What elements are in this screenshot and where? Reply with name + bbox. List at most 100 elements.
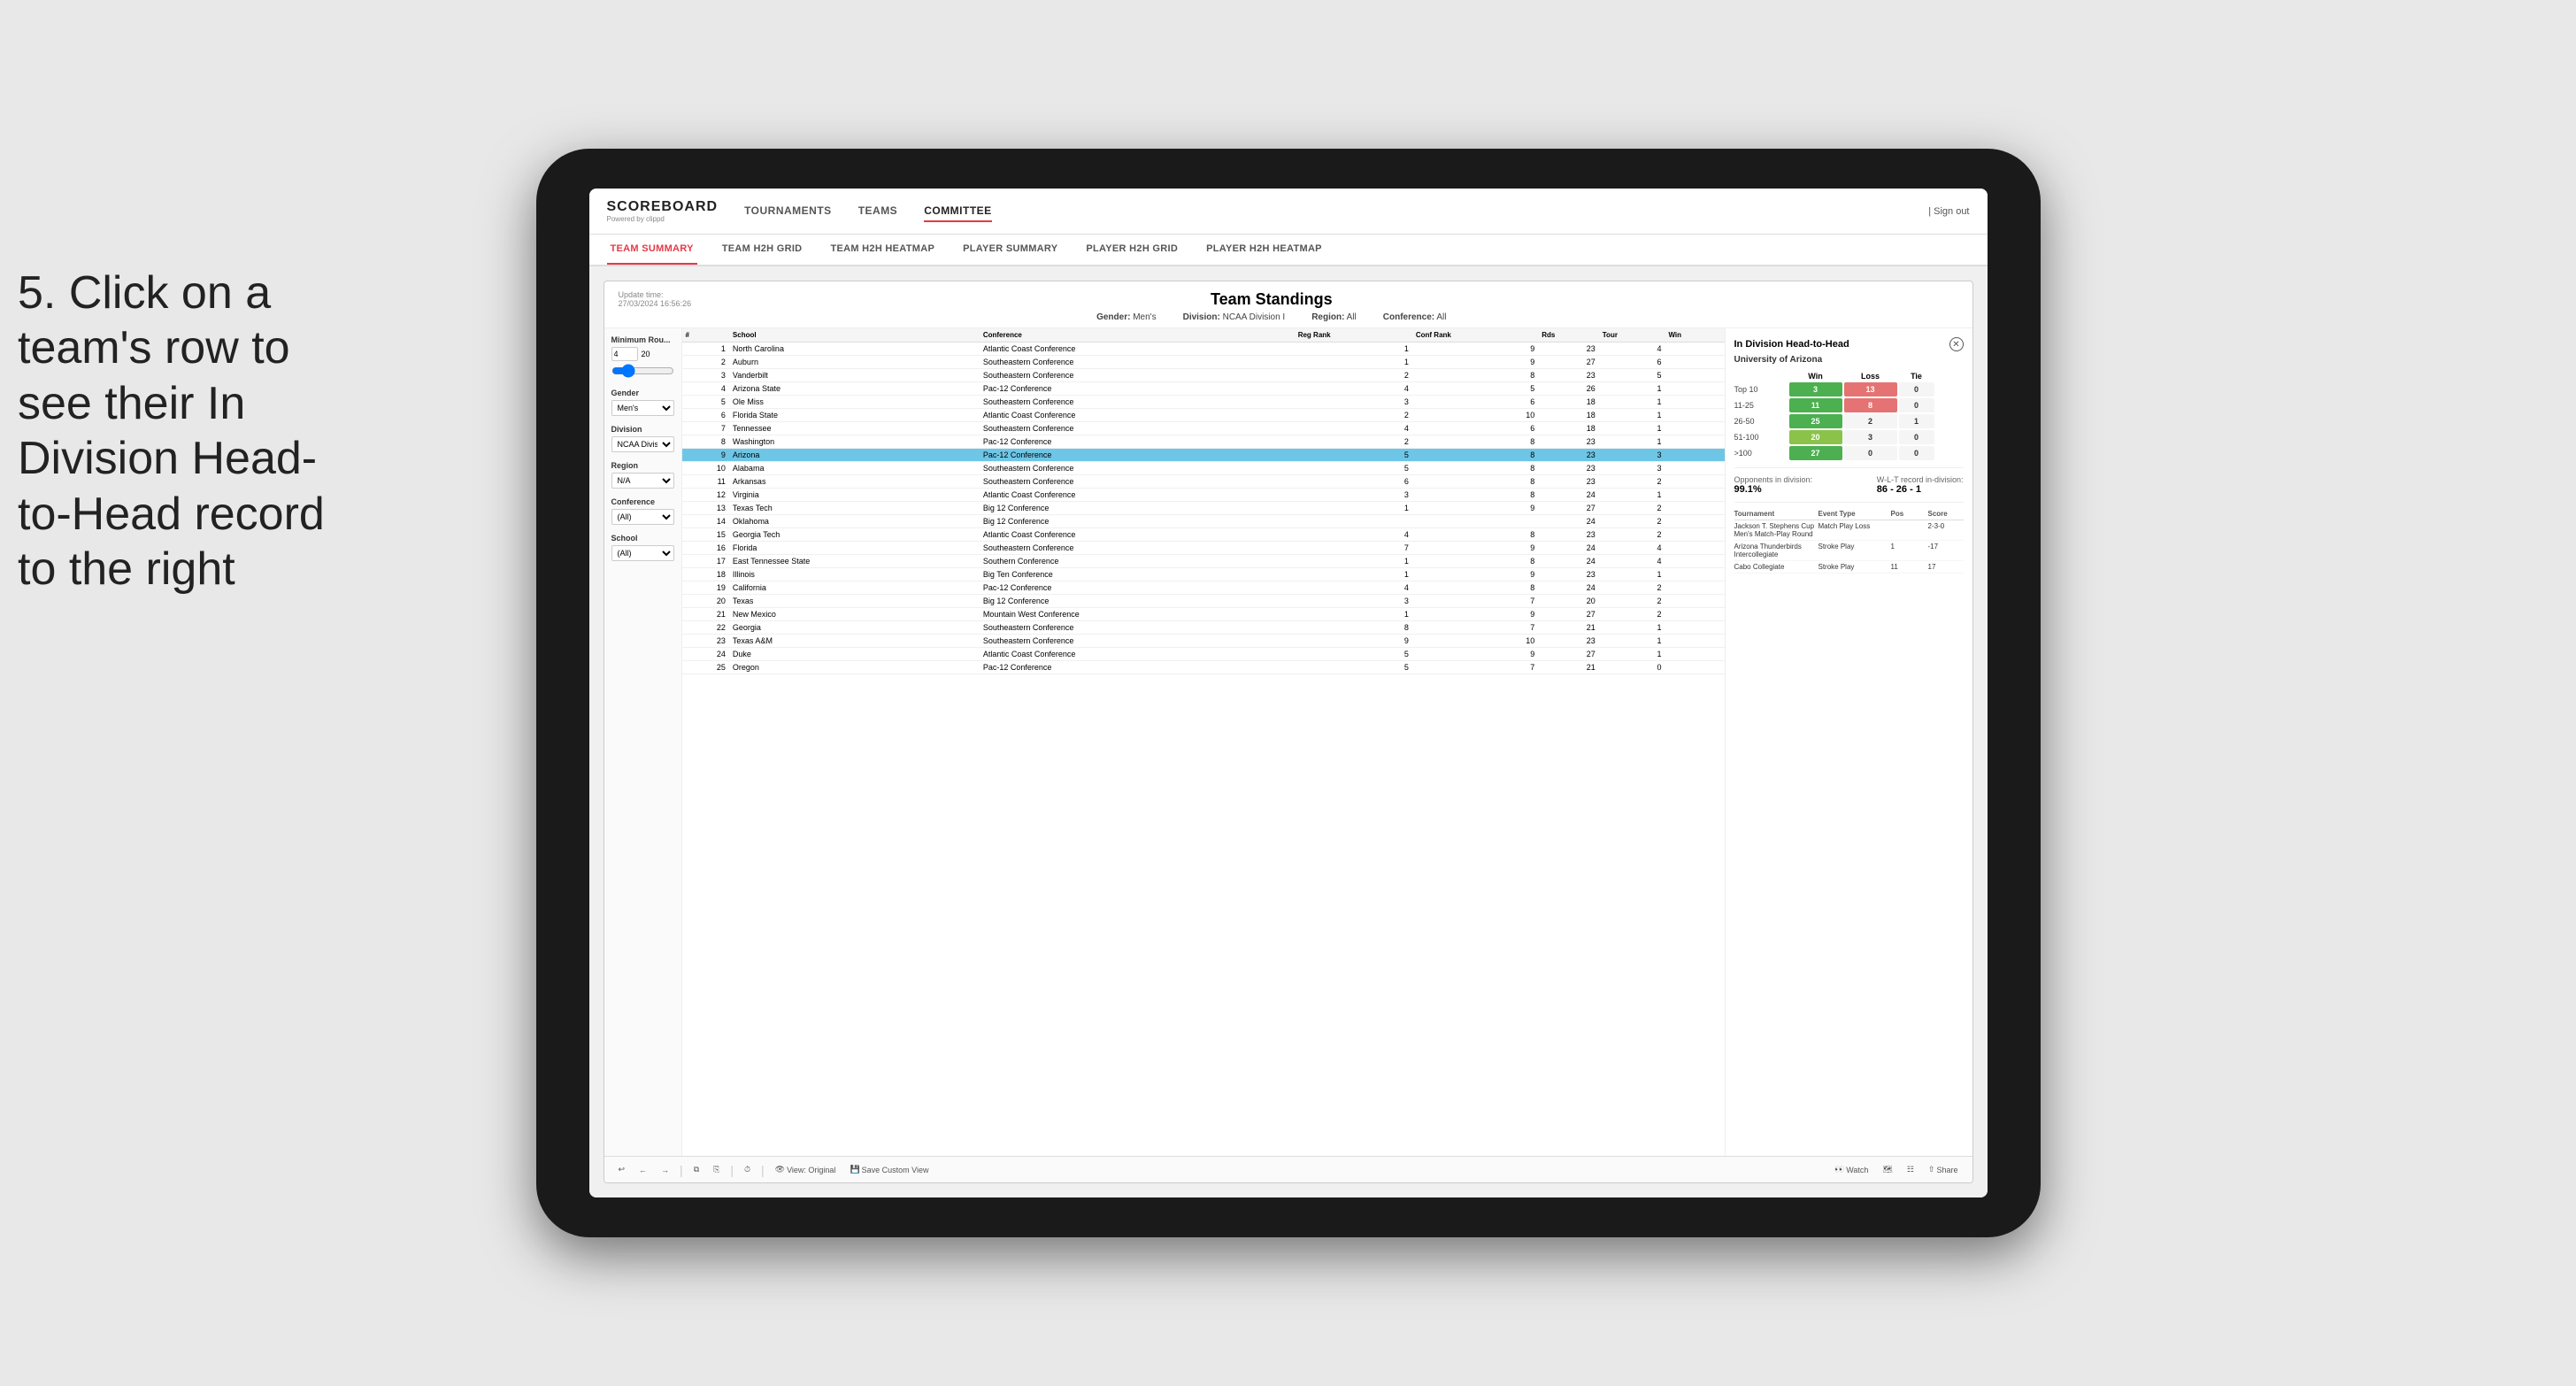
table-row[interactable]: 20 Texas Big 12 Conference 3 7 20 2 [682,595,1725,608]
sub-nav: TEAM SUMMARY TEAM H2H GRID TEAM H2H HEAT… [589,235,1988,266]
save-custom-button[interactable]: 💾 Save Custom View [846,1163,932,1176]
tournament-header: Tournament Event Type Pos Score [1734,510,1964,520]
share-button[interactable]: ⇧ Share [1925,1163,1962,1176]
view-original-button[interactable]: 👁 View: Original [772,1163,840,1176]
logo-area: SCOREBOARD Powered by clippd [607,199,719,223]
tournament-row: Jackson T. Stephens Cup Men's Match-Play… [1734,522,1964,541]
region-filter: Region N/A [611,461,674,489]
table-row[interactable]: 8 Washington Pac-12 Conference 2 8 23 1 [682,435,1725,449]
col-school: School [729,328,980,343]
toolbar-right: 👀 Watch 🗺 ☷ ⇧ Share [1831,1163,1961,1176]
col-reg-rank: Reg Rank [1295,328,1412,343]
division-select[interactable]: NCAA Division I [611,436,674,452]
h2h-win-header: Win [1789,372,1842,381]
col-win: Win [1665,328,1724,343]
h2h-rows: Top 10 3 13 0 11-25 11 8 0 26-50 25 2 1 … [1734,382,1964,460]
table-row[interactable]: 4 Arizona State Pac-12 Conference 4 5 26… [682,382,1725,396]
copy-button[interactable]: ⧉ [690,1163,703,1176]
gender-filter: Gender Men's [611,389,674,416]
table-row[interactable]: 12 Virginia Atlantic Coast Conference 3 … [682,489,1725,502]
table-row[interactable]: 16 Florida Southeastern Conference 7 9 2… [682,542,1725,555]
nav-teams[interactable]: TEAMS [858,201,898,222]
h2h-header: In Division Head-to-Head ✕ [1734,337,1964,351]
tablet-frame: SCOREBOARD Powered by clippd TOURNAMENTS… [536,149,2041,1237]
nav-items: TOURNAMENTS TEAMS COMMITTEE [744,201,1928,222]
nav-tournaments[interactable]: TOURNAMENTS [744,201,832,222]
record-value: 86 - 26 - 1 [1877,484,1964,495]
subnav-team-h2h-grid[interactable]: TEAM H2H GRID [719,235,806,265]
col-rds: Rds [1538,328,1599,343]
logo-title: SCOREBOARD [607,199,719,215]
table-row[interactable]: 23 Texas A&M Southeastern Conference 9 1… [682,635,1725,648]
back-button[interactable]: ← [635,1164,650,1176]
monitor-button[interactable]: 🗺 [1879,1163,1895,1176]
table-row[interactable]: 6 Florida State Atlantic Coast Conferenc… [682,409,1725,422]
h2h-row: >100 27 0 0 [1734,446,1964,460]
table-row[interactable]: 1 North Carolina Atlantic Coast Conferen… [682,343,1725,356]
conference-select[interactable]: (All) [611,509,674,525]
subnav-team-h2h-heatmap[interactable]: TEAM H2H HEATMAP [827,235,938,265]
opponents-value: 99.1% [1734,484,1813,495]
sign-out-button[interactable]: | Sign out [1928,206,1969,217]
table-row[interactable]: 21 New Mexico Mountain West Conference 1… [682,608,1725,621]
undo-button[interactable]: ↩ [615,1163,629,1176]
region-select[interactable]: N/A [611,473,674,489]
bottom-toolbar: ↩ ← → | ⧉ ⎘ | ⏱ | 👁 View: Original 💾 Sav… [604,1156,1972,1182]
watch-button[interactable]: 👀 Watch [1831,1163,1872,1176]
table-row[interactable]: 17 East Tennessee State Southern Confere… [682,555,1725,568]
forward-button[interactable]: → [657,1164,673,1176]
school-select[interactable]: (All) [611,545,674,561]
top-nav: SCOREBOARD Powered by clippd TOURNAMENTS… [589,189,1988,235]
h2h-row: Top 10 3 13 0 [1734,382,1964,397]
dashboard-panel: Update time: 27/03/2024 16:56:26 Team St… [604,281,1973,1183]
col-conf-rank: Conf Rank [1412,328,1538,343]
table-row[interactable]: 11 Arkansas Southeastern Conference 6 8 … [682,475,1725,489]
school-filter: School (All) [611,534,674,561]
standings-table: # School Conference Reg Rank Conf Rank R… [682,328,1725,674]
tournament-row: Cabo Collegiate Stroke Play 11 17 [1734,563,1964,574]
table-row[interactable]: 14 Oklahoma Big 12 Conference 24 2 [682,515,1725,528]
record-label: W-L-T record in-division: [1877,475,1964,484]
paste-button[interactable]: ⎘ [710,1163,723,1176]
table-row[interactable]: 7 Tennessee Southeastern Conference 4 6 … [682,422,1725,435]
table-row[interactable]: 9 Arizona Pac-12 Conference 5 8 23 3 [682,449,1725,462]
table-row[interactable]: 19 California Pac-12 Conference 4 8 24 2 [682,581,1725,595]
table-row[interactable]: 18 Illinois Big Ten Conference 1 9 23 1 [682,568,1725,581]
table-row[interactable]: 24 Duke Atlantic Coast Conference 5 9 27… [682,648,1725,661]
h2h-row: 26-50 25 2 1 [1734,414,1964,428]
opponents-label: Opponents in division: [1734,475,1813,484]
main-content: Update time: 27/03/2024 16:56:26 Team St… [589,266,1988,1197]
sidebar-filters: Minimum Rou... 20 Gender Men's [604,328,682,1156]
table-row[interactable]: 25 Oregon Pac-12 Conference 5 7 21 0 [682,661,1725,674]
table-row[interactable]: 10 Alabama Southeastern Conference 5 8 2… [682,462,1725,475]
table-header-row: # School Conference Reg Rank Conf Rank R… [682,328,1725,343]
clock-button[interactable]: ⏱ [741,1163,754,1176]
table-button[interactable]: ☷ [1903,1163,1918,1176]
table-row[interactable]: 2 Auburn Southeastern Conference 1 9 27 … [682,356,1725,369]
subnav-player-summary[interactable]: PLAYER SUMMARY [959,235,1061,265]
h2h-title: In Division Head-to-Head [1734,339,1849,350]
tablet-screen: SCOREBOARD Powered by clippd TOURNAMENTS… [589,189,1988,1197]
subnav-team-summary[interactable]: TEAM SUMMARY [607,235,697,265]
panel-header: Update time: 27/03/2024 16:56:26 Team St… [604,281,1972,328]
table-row[interactable]: 22 Georgia Southeastern Conference 8 7 2… [682,621,1725,635]
subnav-player-h2h-heatmap[interactable]: PLAYER H2H HEATMAP [1203,235,1326,265]
h2h-grid-header: Win Loss Tie [1734,372,1964,381]
filter-row: Gender: Men's Division: NCAA Division I … [691,312,1851,322]
col-num: # [682,328,729,343]
min-rounds-slider[interactable] [611,364,674,378]
table-row[interactable]: 3 Vanderbilt Southeastern Conference 2 8… [682,369,1725,382]
col-tour: Tour [1599,328,1665,343]
min-rounds-input[interactable] [611,347,638,361]
table-row[interactable]: 5 Ole Miss Southeastern Conference 3 6 1… [682,396,1725,409]
conference-filter: Conference (All) [611,497,674,525]
table-row[interactable]: 13 Texas Tech Big 12 Conference 1 9 27 2 [682,502,1725,515]
gender-select[interactable]: Men's [611,400,674,416]
update-time: Update time: 27/03/2024 16:56:26 [619,290,692,308]
h2h-close-button[interactable]: ✕ [1949,337,1964,351]
nav-committee[interactable]: COMMITTEE [924,201,992,222]
subnav-player-h2h-grid[interactable]: PLAYER H2H GRID [1082,235,1181,265]
tournament-row: Arizona Thunderbirds Intercollegiate Str… [1734,543,1964,561]
h2h-panel: In Division Head-to-Head ✕ University of… [1725,328,1972,1156]
table-row[interactable]: 15 Georgia Tech Atlantic Coast Conferenc… [682,528,1725,542]
